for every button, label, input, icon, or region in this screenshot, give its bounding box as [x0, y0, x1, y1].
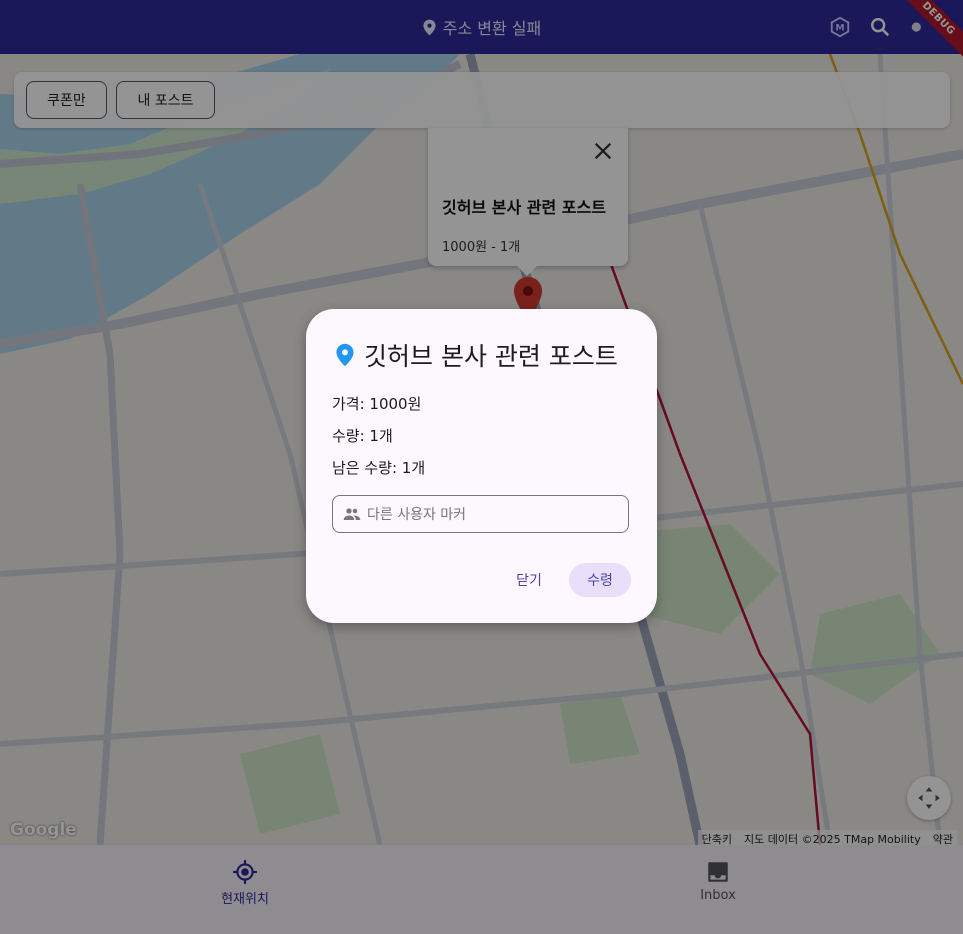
other-user-marker-placeholder: 다른 사용자 마커 — [367, 507, 467, 523]
location-pin-icon — [336, 343, 354, 367]
dialog-title: 깃허브 본사 관련 포스트 — [334, 337, 618, 373]
people-icon — [343, 508, 361, 520]
dialog-title-text: 깃허브 본사 관련 포스트 — [364, 342, 618, 371]
claim-button[interactable]: 수령 — [569, 563, 631, 597]
remaining-quantity-text: 남은 수량: 1개 — [332, 459, 426, 477]
close-button[interactable]: 닫기 — [504, 563, 554, 597]
other-user-marker-field[interactable]: 다른 사용자 마커 — [332, 495, 629, 533]
post-detail-dialog: 깃허브 본사 관련 포스트 가격: 1000원 수량: 1개 남은 수량: 1개… — [306, 309, 657, 623]
quantity-text: 수량: 1개 — [332, 427, 393, 445]
price-text: 가격: 1000원 — [332, 395, 422, 413]
